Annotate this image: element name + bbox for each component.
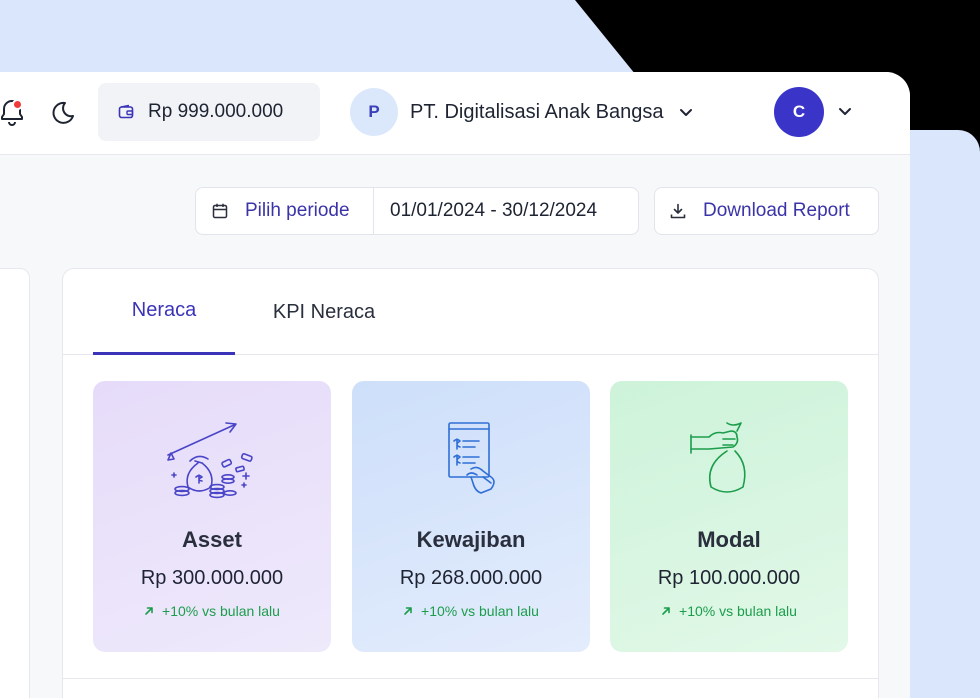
kewajiban-value: Rp 268.000.000 [399, 567, 543, 589]
wallet-icon [118, 104, 134, 119]
modal-card[interactable]: Modal Rp 100.000.000 +10% vs bulan lalu [610, 381, 848, 652]
calendar-icon [212, 203, 228, 219]
background-shape-top [0, 0, 640, 80]
asset-card[interactable]: Asset Rp 300.000.000 +10% vs bulan lalu [93, 381, 331, 652]
tab-bar: Neraca KPI Neraca [63, 269, 878, 355]
kewajiban-title: Kewajiban [416, 527, 526, 552]
company-name: PT. Digitalisasi Anak Bangsa [410, 100, 664, 123]
balance-amount: Rp 999.000.000 [148, 101, 284, 122]
section-divider [62, 678, 879, 679]
money-bag-growth-icon [167, 422, 253, 499]
download-icon [670, 203, 686, 219]
tab-neraca[interactable]: Neraca [93, 269, 235, 355]
balance-sheet-card: Neraca KPI Neraca Asset Rp 300.000.000 +… [62, 268, 879, 698]
period-picker-button[interactable]: Pilih periode [196, 188, 374, 234]
download-report-button[interactable]: Download Report [654, 187, 879, 235]
modal-change: +10% vs bulan lalu [610, 603, 848, 619]
app-window: Rp 999.000.000 P PT. Digitalisasi Anak B… [0, 72, 910, 698]
top-bar: Rp 999.000.000 P PT. Digitalisasi Anak B… [0, 72, 910, 155]
period-label: Pilih periode [245, 200, 350, 221]
company-selector[interactable]: P PT. Digitalisasi Anak Bangsa [350, 88, 695, 136]
notification-dot [12, 99, 23, 110]
chevron-down-icon [680, 109, 693, 116]
period-range-value[interactable]: 01/01/2024 - 30/12/2024 [374, 200, 597, 222]
modal-value: Rp 100.000.000 [657, 567, 801, 589]
arrow-up-right-icon [662, 607, 670, 615]
asset-value: Rp 300.000.000 [140, 567, 284, 589]
invoice-hand-icon [448, 422, 495, 494]
user-avatar[interactable]: C [774, 87, 824, 137]
moon-icon[interactable] [48, 99, 76, 127]
kewajiban-card[interactable]: Kewajiban Rp 268.000.000 +10% vs bulan l… [352, 381, 590, 652]
wallet-balance[interactable]: Rp 999.000.000 [98, 83, 320, 141]
company-avatar: P [350, 88, 398, 136]
arrow-up-right-icon [145, 607, 153, 615]
asset-change-text: +10% vs bulan lalu [162, 603, 280, 619]
tab-kpi-neraca[interactable]: KPI Neraca [253, 269, 395, 355]
hand-money-bag-icon [690, 422, 746, 493]
modal-change-text: +10% vs bulan lalu [679, 603, 797, 619]
download-report-label: Download Report [703, 200, 850, 221]
user-menu-chevron-icon[interactable] [836, 102, 854, 120]
modal-title: Modal [697, 527, 761, 552]
kewajiban-change-text: +10% vs bulan lalu [421, 603, 539, 619]
period-filter: Pilih periode 01/01/2024 - 30/12/2024 [195, 187, 639, 235]
arrow-up-right-icon [404, 607, 412, 615]
kewajiban-change: +10% vs bulan lalu [352, 603, 590, 619]
asset-title: Asset [182, 527, 242, 552]
asset-change: +10% vs bulan lalu [93, 603, 331, 619]
left-panel [0, 268, 30, 698]
